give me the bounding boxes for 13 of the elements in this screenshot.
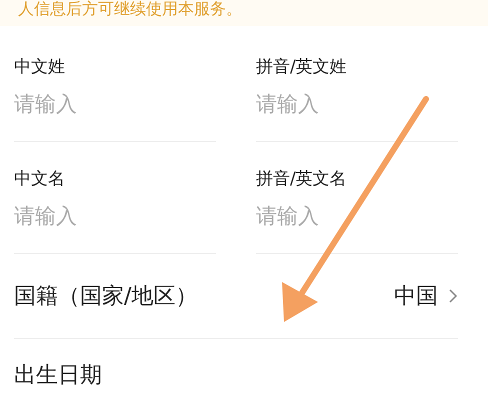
input-field[interactable]: 请输入 <box>14 92 194 116</box>
field-label: 中文名 <box>14 168 66 190</box>
chevron-right-icon <box>448 288 458 304</box>
notice-text: 人信息后方可继续使用本服务。 <box>18 0 242 18</box>
row-value[interactable]: 中国 <box>394 281 438 311</box>
input-field[interactable]: 请输入 <box>256 92 436 116</box>
row-label: 国籍（国家/地区） <box>14 283 198 311</box>
input-field[interactable]: 请输入 <box>14 204 194 228</box>
input-field[interactable]: 请输入 <box>256 204 436 228</box>
field-label: 拼音/英文姓 <box>256 56 348 78</box>
row-label: 出生日期 <box>14 362 103 390</box>
field-label: 拼音/英文名 <box>256 168 348 190</box>
field-label: 中文姓 <box>14 56 66 78</box>
